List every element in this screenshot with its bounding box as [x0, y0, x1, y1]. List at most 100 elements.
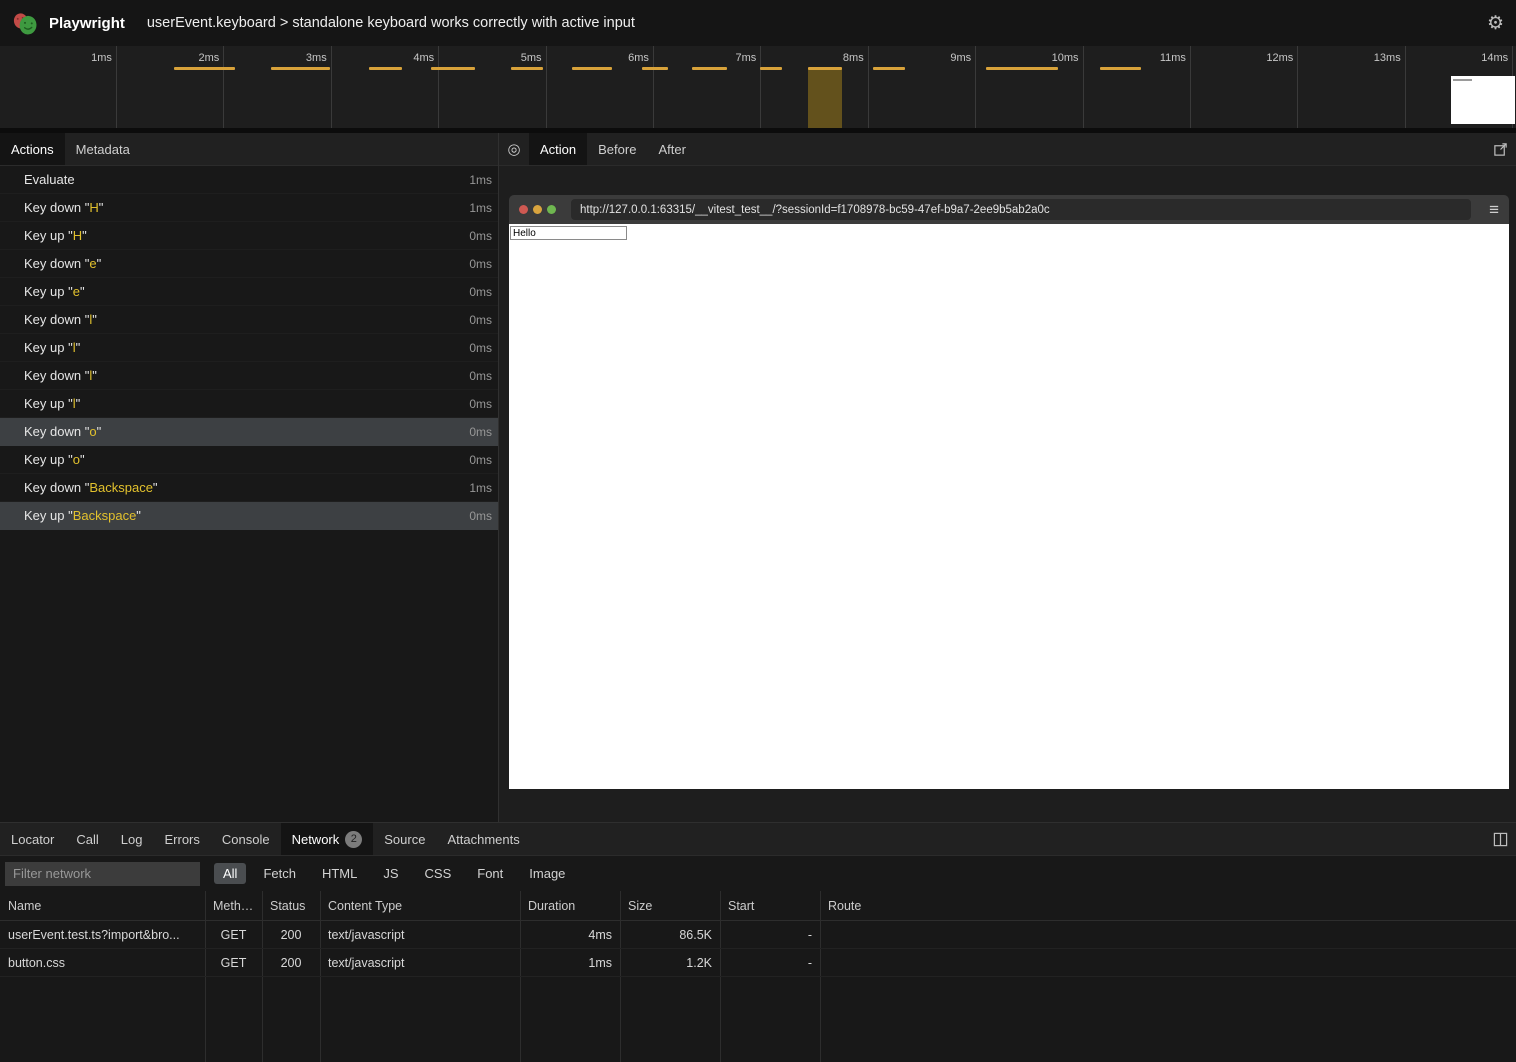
cell-duration: 1ms [520, 956, 620, 970]
cell-size: 86.5K [620, 928, 720, 942]
timeline-gridline [868, 46, 869, 128]
actions-list: Evaluate1msKey down "H"1msKey up "H"0msK… [0, 166, 498, 822]
bottom-panel: LocatorCallLogErrorsConsoleNetwork2Sourc… [0, 822, 1516, 1062]
action-title: Key down "l" [24, 312, 97, 327]
action-row[interactable]: Key up "l"0ms [0, 390, 498, 418]
network-request-row[interactable]: button.cssGET200text/javascript1ms1.2K- [0, 949, 1516, 977]
traffic-light-yellow-icon [533, 205, 542, 214]
action-row[interactable]: Evaluate 1ms [0, 166, 498, 194]
tab-metadata[interactable]: Metadata [65, 133, 141, 165]
action-title: Key up "l" [24, 340, 80, 355]
pick-locator-target-icon[interactable]: ◎ [499, 133, 529, 165]
action-row[interactable]: Key up "e" 0ms [0, 278, 498, 306]
tab-network[interactable]: Network2 [281, 823, 374, 855]
action-title: Key up "o" [24, 452, 85, 467]
action-key-value: H [89, 200, 98, 215]
timeline-tick-label: 10ms [1052, 52, 1079, 64]
action-row[interactable]: Key down "e"0ms [0, 250, 498, 278]
action-row[interactable]: Key down "H"1ms [0, 194, 498, 222]
action-row[interactable]: Key up "l" 0ms [0, 334, 498, 362]
timeline-gridline [223, 46, 224, 128]
network-table: NameMethodStatusContent TypeDurationSize… [0, 891, 1516, 1062]
action-title: Evaluate [24, 172, 75, 187]
action-duration: 0ms [469, 397, 492, 411]
column-header-size: Size [620, 899, 720, 913]
tab-attachments[interactable]: Attachments [436, 823, 530, 855]
action-key-value: l [89, 312, 92, 327]
timeline-selected-range [808, 68, 842, 128]
open-external-icon[interactable] [1493, 133, 1516, 165]
timeline-action-bar [271, 67, 330, 70]
filter-chip-js[interactable]: JS [374, 863, 407, 884]
action-row[interactable]: Key up "H"0ms [0, 222, 498, 250]
action-duration: 1ms [469, 173, 492, 187]
timeline[interactable]: 1ms2ms3ms4ms5ms6ms7ms8ms9ms10ms11ms12ms1… [0, 46, 1516, 128]
action-duration: 0ms [469, 341, 492, 355]
app-header: Playwright userEvent.keyboard > standalo… [0, 0, 1516, 46]
filter-chip-html[interactable]: HTML [313, 863, 366, 884]
network-request-row[interactable]: userEvent.test.ts?import&bro...GET200tex… [0, 921, 1516, 949]
timeline-tick-label: 11ms [1160, 52, 1186, 64]
filter-chip-fetch[interactable]: Fetch [254, 863, 305, 884]
filter-chip-font[interactable]: Font [468, 863, 512, 884]
timeline-tick-label: 13ms [1374, 52, 1401, 64]
filter-chip-all[interactable]: All [214, 863, 246, 884]
timeline-tick-label: 2ms [199, 52, 220, 64]
action-key-value: l [73, 396, 76, 411]
tab-after[interactable]: After [647, 133, 696, 165]
tab-action[interactable]: Action [529, 133, 587, 165]
action-duration: 0ms [469, 285, 492, 299]
timeline-gridline [438, 46, 439, 128]
column-header-start: Start [720, 899, 820, 913]
snapshot-browser-chrome: http://127.0.0.1:63315/__vitest_test__/?… [509, 195, 1509, 224]
timeline-tick-label: 14ms [1481, 52, 1508, 64]
settings-gear-icon[interactable]: ⚙ [1487, 14, 1504, 33]
network-type-chips: All Fetch HTML JS CSS Font Image [214, 863, 574, 884]
app-name: Playwright [49, 15, 125, 32]
action-duration: 0ms [469, 509, 492, 523]
cell-method: GET [205, 928, 262, 942]
tab-errors[interactable]: Errors [153, 823, 210, 855]
filter-chip-image[interactable]: Image [520, 863, 574, 884]
timeline-action-bar [511, 67, 543, 70]
action-row[interactable]: Key down "Backspace"1ms [0, 474, 498, 502]
network-filter-input[interactable] [5, 862, 200, 886]
action-key-value: Backspace [73, 508, 137, 523]
action-duration: 0ms [469, 453, 492, 467]
action-row[interactable]: Key up "Backspace"0ms [0, 502, 498, 530]
action-row[interactable]: Key down "l"0ms [0, 306, 498, 334]
timeline-action-bar [431, 67, 475, 70]
tab-console[interactable]: Console [211, 823, 281, 855]
action-title: Key up "e" [24, 284, 85, 299]
action-row[interactable]: Key up "o" 0ms [0, 446, 498, 474]
tab-log[interactable]: Log [110, 823, 154, 855]
actions-tabstrip: ActionsMetadata [0, 133, 498, 166]
cell-method: GET [205, 956, 262, 970]
tab-locator[interactable]: Locator [0, 823, 65, 855]
cell-start: - [720, 956, 820, 970]
toggle-panel-layout-icon[interactable] [1493, 823, 1516, 855]
snapshot-text-input[interactable] [510, 226, 627, 240]
main-split: ActionsMetadata Evaluate1msKey down "H"1… [0, 133, 1516, 822]
tab-actions[interactable]: Actions [0, 133, 65, 165]
snapshot-panel: ◎ ActionBeforeAfter http://127.0.0.1:633… [499, 133, 1516, 822]
column-header-content-type: Content Type [320, 899, 520, 913]
action-duration: 0ms [469, 257, 492, 271]
tab-before[interactable]: Before [587, 133, 647, 165]
filter-chip-css[interactable]: CSS [416, 863, 461, 884]
cell-content-type: text/javascript [320, 928, 520, 942]
timeline-gridline [116, 46, 117, 128]
cell-name: button.css [0, 956, 205, 970]
action-row[interactable]: Key down "l"0ms [0, 362, 498, 390]
cell-name: userEvent.test.ts?import&bro... [0, 928, 205, 942]
tab-call[interactable]: Call [65, 823, 109, 855]
timeline-tick-label: 1ms [91, 52, 112, 64]
tab-source[interactable]: Source [373, 823, 436, 855]
timeline-tick-label: 3ms [306, 52, 327, 64]
playwright-logo-icon [12, 10, 39, 37]
cell-status: 200 [262, 928, 320, 942]
network-table-header: NameMethodStatusContent TypeDurationSize… [0, 891, 1516, 921]
action-duration: 1ms [469, 201, 492, 215]
action-row[interactable]: Key down "o"0ms [0, 418, 498, 446]
timeline-tick-label: 12ms [1266, 52, 1293, 64]
